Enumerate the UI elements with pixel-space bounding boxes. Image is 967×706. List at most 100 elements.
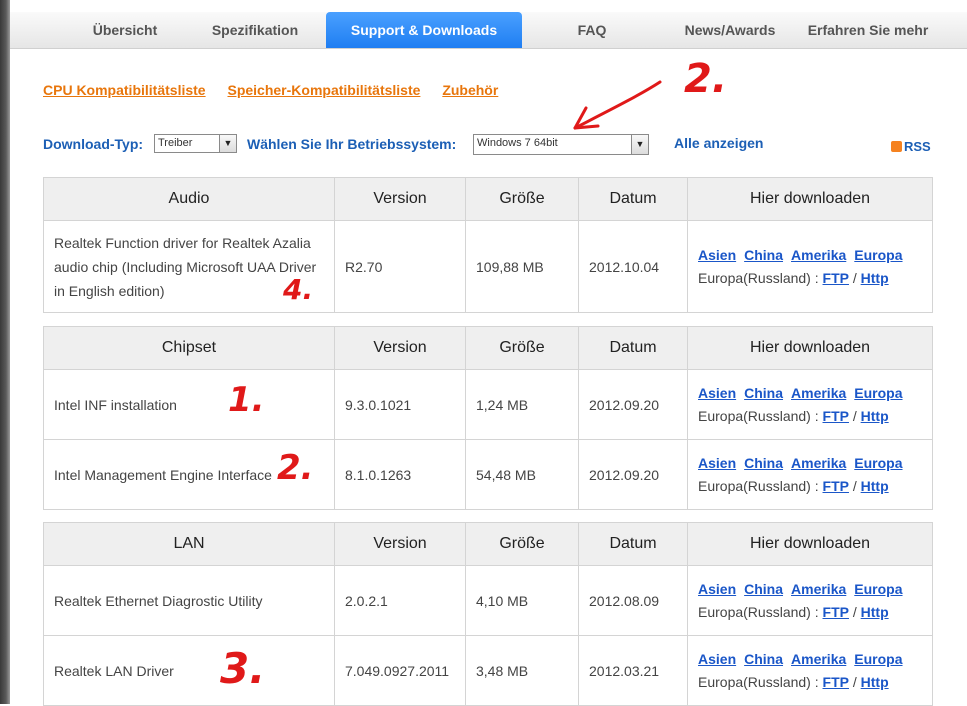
download-asia-link[interactable]: Asien bbox=[698, 651, 736, 667]
russia-label: Europa(Russland) : bbox=[698, 269, 819, 286]
download-asia-link[interactable]: Asien bbox=[698, 581, 736, 597]
download-cell: Asien China Amerika Europa Europa(Russland)… bbox=[687, 220, 933, 313]
table-row: Realtek Function driver for Realtek Azal… bbox=[43, 220, 933, 313]
download-asia-link[interactable]: Asien bbox=[698, 247, 736, 263]
tab-faq[interactable]: FAQ bbox=[555, 12, 629, 48]
driver-version: 7.049.0927.2011 bbox=[334, 635, 466, 706]
download-type-select[interactable]: Treiber ▼ bbox=[154, 134, 237, 153]
download-header: Hier downloaden bbox=[687, 522, 933, 566]
download-filter-bar: Download-Typ: Treiber ▼ Wählen Sie Ihr B… bbox=[43, 133, 933, 159]
download-europe-link[interactable]: Europa bbox=[854, 581, 902, 597]
download-china-link[interactable]: China bbox=[744, 385, 783, 401]
download-ftp-link[interactable]: FTP bbox=[823, 478, 849, 494]
rss-icon bbox=[891, 141, 902, 152]
download-type-label: Download-Typ: bbox=[43, 136, 144, 152]
slash-separator: / bbox=[852, 477, 857, 494]
driver-version: 8.1.0.1263 bbox=[334, 439, 466, 510]
table-row: Intel INF installation 9.3.0.1021 1,24 M… bbox=[43, 369, 933, 440]
download-america-link[interactable]: Amerika bbox=[791, 651, 846, 667]
download-http-link[interactable]: Http bbox=[861, 270, 889, 286]
download-europe-link[interactable]: Europa bbox=[854, 651, 902, 667]
driver-date: 2012.09.20 bbox=[578, 439, 688, 510]
slash-separator: / bbox=[852, 407, 857, 424]
version-header: Version bbox=[334, 326, 466, 370]
slash-separator: / bbox=[852, 603, 857, 620]
download-ftp-link[interactable]: FTP bbox=[823, 604, 849, 620]
driver-size: 54,48 MB bbox=[465, 439, 579, 510]
cpu-compat-link[interactable]: CPU Kompatibilitätsliste bbox=[43, 82, 206, 98]
download-http-link[interactable]: Http bbox=[861, 408, 889, 424]
driver-name: Realtek Ethernet Diagrostic Utility bbox=[43, 565, 335, 636]
driver-date: 2012.10.04 bbox=[578, 220, 688, 313]
download-europe-link[interactable]: Europa bbox=[854, 247, 902, 263]
driver-name: Intel INF installation bbox=[43, 369, 335, 440]
russia-label: Europa(Russland) : bbox=[698, 603, 819, 620]
table-row: Realtek LAN Driver 7.049.0927.2011 3,48 … bbox=[43, 635, 933, 706]
download-america-link[interactable]: Amerika bbox=[791, 247, 846, 263]
download-cell: Asien China Amerika Europa Europa(Russland)… bbox=[687, 635, 933, 706]
slash-separator: / bbox=[852, 269, 857, 286]
tab-overview[interactable]: Übersicht bbox=[70, 12, 180, 48]
annotation-3: 3. bbox=[220, 644, 266, 693]
window-edge bbox=[0, 0, 10, 704]
version-header: Version bbox=[334, 177, 466, 221]
annotation-2: 2. bbox=[277, 448, 314, 488]
rss-link[interactable]: RSS bbox=[891, 139, 931, 154]
tab-specification[interactable]: Spezifikation bbox=[195, 12, 315, 48]
driver-version: 2.0.2.1 bbox=[334, 565, 466, 636]
download-ftp-link[interactable]: FTP bbox=[823, 674, 849, 690]
download-america-link[interactable]: Amerika bbox=[791, 455, 846, 471]
russia-label: Europa(Russland) : bbox=[698, 673, 819, 690]
download-header: Hier downloaden bbox=[687, 177, 933, 221]
os-value: Windows 7 64bit bbox=[477, 137, 558, 149]
tab-news-awards[interactable]: News/Awards bbox=[670, 12, 790, 48]
tab-bar: Übersicht Spezifikation Support & Downlo… bbox=[10, 12, 967, 49]
size-header: Größe bbox=[465, 522, 579, 566]
download-china-link[interactable]: China bbox=[744, 581, 783, 597]
size-header: Größe bbox=[465, 326, 579, 370]
download-ftp-link[interactable]: FTP bbox=[823, 270, 849, 286]
memory-compat-link[interactable]: Speicher-Kompatibilitätsliste bbox=[227, 82, 420, 98]
size-header: Größe bbox=[465, 177, 579, 221]
download-china-link[interactable]: China bbox=[744, 651, 783, 667]
support-sublinks: CPU Kompatibilitätsliste Speicher-Kompat… bbox=[43, 82, 516, 98]
download-cell: Asien China Amerika Europa Europa(Russland)… bbox=[687, 369, 933, 440]
download-ftp-link[interactable]: FTP bbox=[823, 408, 849, 424]
os-select-label: Wählen Sie Ihr Betriebssystem: bbox=[247, 136, 457, 152]
table-header-row: Audio Version Größe Datum Hier downloade… bbox=[43, 177, 933, 221]
download-europe-link[interactable]: Europa bbox=[854, 385, 902, 401]
russia-label: Europa(Russland) : bbox=[698, 477, 819, 494]
annotation-arrow bbox=[573, 80, 662, 130]
driver-date: 2012.03.21 bbox=[578, 635, 688, 706]
tab-learn-more[interactable]: Erfahren Sie mehr bbox=[800, 12, 936, 48]
date-header: Datum bbox=[578, 326, 688, 370]
download-http-link[interactable]: Http bbox=[861, 478, 889, 494]
driver-size: 1,24 MB bbox=[465, 369, 579, 440]
driver-version: R2.70 bbox=[334, 220, 466, 313]
download-america-link[interactable]: Amerika bbox=[791, 385, 846, 401]
table-header-row: Chipset Version Größe Datum Hier downloa… bbox=[43, 326, 933, 370]
annotation-2-top: 2. bbox=[684, 56, 728, 102]
download-china-link[interactable]: China bbox=[744, 455, 783, 471]
download-http-link[interactable]: Http bbox=[861, 604, 889, 620]
driver-name: Realtek LAN Driver bbox=[43, 635, 335, 706]
tab-support-downloads[interactable]: Support & Downloads bbox=[326, 12, 522, 48]
table-row: Realtek Ethernet Diagrostic Utility 2.0.… bbox=[43, 565, 933, 636]
download-cell: Asien China Amerika Europa Europa(Russland)… bbox=[687, 439, 933, 510]
driver-date: 2012.09.20 bbox=[578, 369, 688, 440]
accessories-link[interactable]: Zubehör bbox=[442, 82, 498, 98]
download-europe-link[interactable]: Europa bbox=[854, 455, 902, 471]
russia-label: Europa(Russland) : bbox=[698, 407, 819, 424]
date-header: Datum bbox=[578, 522, 688, 566]
download-america-link[interactable]: Amerika bbox=[791, 581, 846, 597]
chevron-down-icon: ▼ bbox=[219, 135, 236, 152]
driver-size: 109,88 MB bbox=[465, 220, 579, 313]
driver-size: 3,48 MB bbox=[465, 635, 579, 706]
download-http-link[interactable]: Http bbox=[861, 674, 889, 690]
download-asia-link[interactable]: Asien bbox=[698, 455, 736, 471]
show-all-link[interactable]: Alle anzeigen bbox=[674, 135, 763, 151]
download-china-link[interactable]: China bbox=[744, 247, 783, 263]
download-asia-link[interactable]: Asien bbox=[698, 385, 736, 401]
table-row: Intel Management Engine Interface 8.1.0.… bbox=[43, 439, 933, 510]
version-header: Version bbox=[334, 522, 466, 566]
